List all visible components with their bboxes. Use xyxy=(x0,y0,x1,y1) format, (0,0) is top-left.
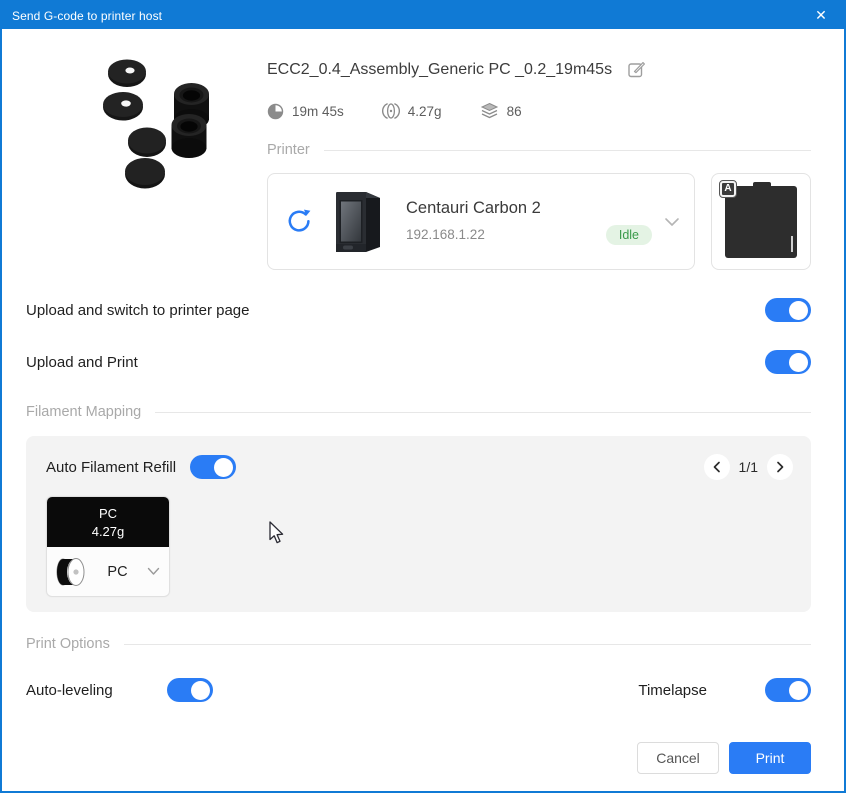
auto-leveling-label: Auto-leveling xyxy=(26,681,113,699)
upload-print-row: Upload and Print xyxy=(26,350,811,374)
auto-refill-toggle[interactable] xyxy=(190,455,237,479)
filament-mapping-panel: Auto Filament Refill 1/1 PC 4.27g PC xyxy=(26,436,811,612)
mapped-filament-dropdown[interactable]: PC xyxy=(47,547,169,596)
slicer-filament-info: PC 4.27g xyxy=(47,497,169,547)
prev-page-button[interactable] xyxy=(703,454,730,480)
printer-select-card[interactable]: Centauri Carbon 2 192.168.1.22 Idle xyxy=(267,173,695,270)
slot-weight: 4.27g xyxy=(91,523,125,539)
timelapse-toggle[interactable] xyxy=(765,678,811,702)
filament-spool-icon xyxy=(381,102,400,120)
print-options-header: Print Options xyxy=(26,636,811,652)
top-right-column: ECC2_0.4_Assembly_Generic PC _0.2_19m45s xyxy=(267,45,811,270)
filament-weight-stat: 4.27g xyxy=(381,102,442,120)
print-options-label: Print Options xyxy=(26,636,110,652)
auto-leveling-group: Auto-leveling xyxy=(26,678,213,702)
plate-pager: 1/1 xyxy=(703,454,793,480)
time-icon xyxy=(267,103,284,119)
printer-row: Centauri Carbon 2 192.168.1.22 Idle A xyxy=(267,173,811,270)
build-plate-image: A xyxy=(719,179,797,258)
plate-badge: A xyxy=(719,179,737,198)
timelapse-group: Timelapse xyxy=(638,678,811,702)
upload-switch-label: Upload and switch to printer page xyxy=(26,301,250,319)
rename-icon[interactable] xyxy=(626,59,647,80)
filament-mapping-label: Filament Mapping xyxy=(26,404,142,420)
next-page-button[interactable] xyxy=(767,454,793,480)
file-row: ECC2_0.4_Assembly_Generic PC _0.2_19m45s xyxy=(267,59,811,80)
layer-count-value: 86 xyxy=(506,103,522,119)
spool-icon xyxy=(56,557,85,586)
filament-weight-value: 4.27g xyxy=(407,103,442,119)
printer-image xyxy=(326,189,388,255)
slot-material: PC xyxy=(98,505,118,521)
print-options-row: Auto-leveling Timelapse xyxy=(26,678,811,702)
send-gcode-dialog: Send G-code to printer host ✕ ECC2_0.4_A… xyxy=(0,0,846,793)
print-button[interactable]: Print xyxy=(729,742,811,774)
filament-mapping-header: Filament Mapping xyxy=(26,404,811,420)
layer-count-stat: 86 xyxy=(480,102,522,120)
auto-refill-label: Auto Filament Refill xyxy=(46,458,177,476)
filament-panel-toprow: Auto Filament Refill 1/1 xyxy=(46,454,793,480)
layers-icon xyxy=(480,102,498,119)
top-section: ECC2_0.4_Assembly_Generic PC _0.2_19m45s xyxy=(26,45,811,270)
cancel-button[interactable]: Cancel xyxy=(637,742,719,774)
chevron-down-icon[interactable] xyxy=(664,217,680,227)
printer-section-label: Printer xyxy=(267,142,310,158)
printer-info: Centauri Carbon 2 192.168.1.22 Idle xyxy=(406,199,662,245)
auto-leveling-toggle[interactable] xyxy=(166,678,213,702)
printer-name: Centauri Carbon 2 xyxy=(406,198,541,217)
print-stats: 19m 45s 4.27g 86 xyxy=(267,102,811,120)
section-divider xyxy=(155,411,811,413)
model-thumbnail xyxy=(26,45,267,270)
dialog-footer: Cancel Print xyxy=(26,742,811,774)
section-divider xyxy=(123,643,811,645)
dialog-titlebar[interactable]: Send G-code to printer host ✕ xyxy=(2,2,844,29)
model-preview-image xyxy=(103,59,209,189)
filament-slot-card: PC 4.27g PC xyxy=(46,496,170,597)
print-time-stat: 19m 45s xyxy=(267,103,344,120)
printer-subrow: 192.168.1.22 Idle xyxy=(406,224,662,245)
page-indicator: 1/1 xyxy=(738,459,758,475)
printer-status-badge: Idle xyxy=(605,224,652,245)
refresh-printers-icon[interactable] xyxy=(284,208,314,235)
upload-switch-toggle[interactable] xyxy=(765,298,811,322)
dialog-content: ECC2_0.4_Assembly_Generic PC _0.2_19m45s xyxy=(2,45,844,774)
printer-ip: 192.168.1.22 xyxy=(406,227,485,242)
chevron-down-icon xyxy=(147,567,160,575)
section-divider xyxy=(323,149,811,151)
gcode-file-name: ECC2_0.4_Assembly_Generic PC _0.2_19m45s xyxy=(267,60,613,78)
upload-print-toggle[interactable] xyxy=(765,350,811,374)
mapped-material-value: PC xyxy=(107,563,128,580)
upload-print-label: Upload and Print xyxy=(26,353,138,371)
close-icon[interactable]: ✕ xyxy=(808,7,834,24)
print-time-value: 19m 45s xyxy=(292,103,344,119)
upload-switch-row: Upload and switch to printer page xyxy=(26,298,811,322)
dialog-title: Send G-code to printer host xyxy=(12,8,163,23)
build-plate-card[interactable]: A xyxy=(711,173,811,270)
timelapse-label: Timelapse xyxy=(638,681,707,699)
printer-section-header: Printer xyxy=(267,142,811,158)
